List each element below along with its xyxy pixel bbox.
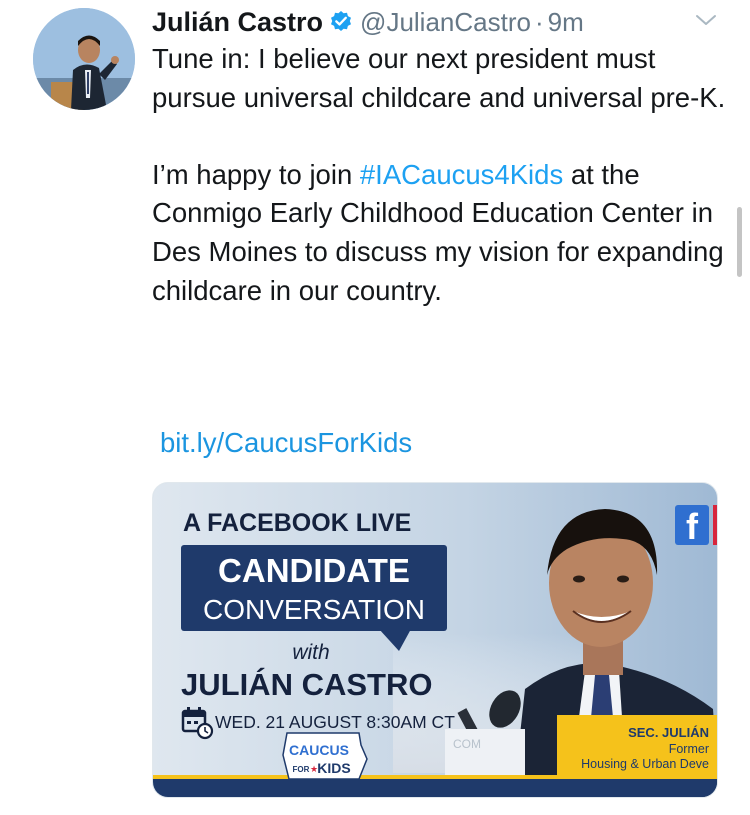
tweet-link[interactable]: bit.ly/CaucusForKids bbox=[160, 427, 412, 459]
facebook-letter: f bbox=[686, 506, 699, 547]
handle[interactable]: @JulianCastro bbox=[360, 7, 531, 38]
card-line-3: CONVERSATION bbox=[203, 594, 425, 625]
verified-badge-icon bbox=[329, 10, 353, 34]
badge-title: SEC. JULIÁN bbox=[628, 725, 709, 740]
tweet: Julián Castro @JulianCastro · 9m Tune in… bbox=[0, 0, 750, 815]
hashtag-link[interactable]: #IACaucus4Kids bbox=[360, 159, 563, 190]
tweet-text-before-hashtag: I’m happy to join bbox=[152, 158, 360, 190]
logo-bottom: KIDS bbox=[317, 760, 350, 776]
card-with: with bbox=[292, 641, 329, 664]
logo-for: FOR bbox=[293, 765, 310, 774]
tweet-text: Tune in: I believe our next president mu… bbox=[152, 40, 742, 310]
separator: · bbox=[534, 6, 544, 37]
avatar[interactable] bbox=[33, 8, 135, 110]
logo-top: CAUCUS bbox=[289, 742, 349, 758]
scrollbar-thumb[interactable] bbox=[737, 207, 742, 277]
chevron-down-icon[interactable] bbox=[692, 8, 720, 32]
tweet-text-paragraph-1: Tune in: I believe our next president mu… bbox=[152, 43, 726, 113]
podium-text: COM bbox=[453, 737, 481, 751]
timestamp[interactable]: 9m bbox=[548, 7, 584, 38]
card-line-2: CANDIDATE bbox=[218, 552, 410, 589]
card-date: WED. 21 AUGUST 8:30AM CT bbox=[215, 712, 455, 732]
card-name: JULIÁN CASTRO bbox=[181, 667, 432, 702]
card-line-1: A FACEBOOK LIVE bbox=[183, 509, 411, 537]
name-badge: SEC. JULIÁN Former Housing & Urban Deve bbox=[557, 715, 717, 779]
badge-line-3: Housing & Urban Deve bbox=[581, 757, 709, 771]
tweet-header: Julián Castro @JulianCastro · 9m bbox=[152, 4, 584, 40]
caucus-for-kids-logo: CAUCUS FOR ★ KIDS bbox=[282, 732, 368, 780]
tweet-text-paragraph-2: I’m happy to join #IACaucus4Kids at the … bbox=[152, 156, 742, 310]
badge-line-2: Former bbox=[669, 742, 709, 756]
link-card-image[interactable]: COM SEC. JULIÁN Former Housing & Urban D… bbox=[152, 482, 718, 798]
display-name[interactable]: Julián Castro bbox=[152, 7, 323, 38]
